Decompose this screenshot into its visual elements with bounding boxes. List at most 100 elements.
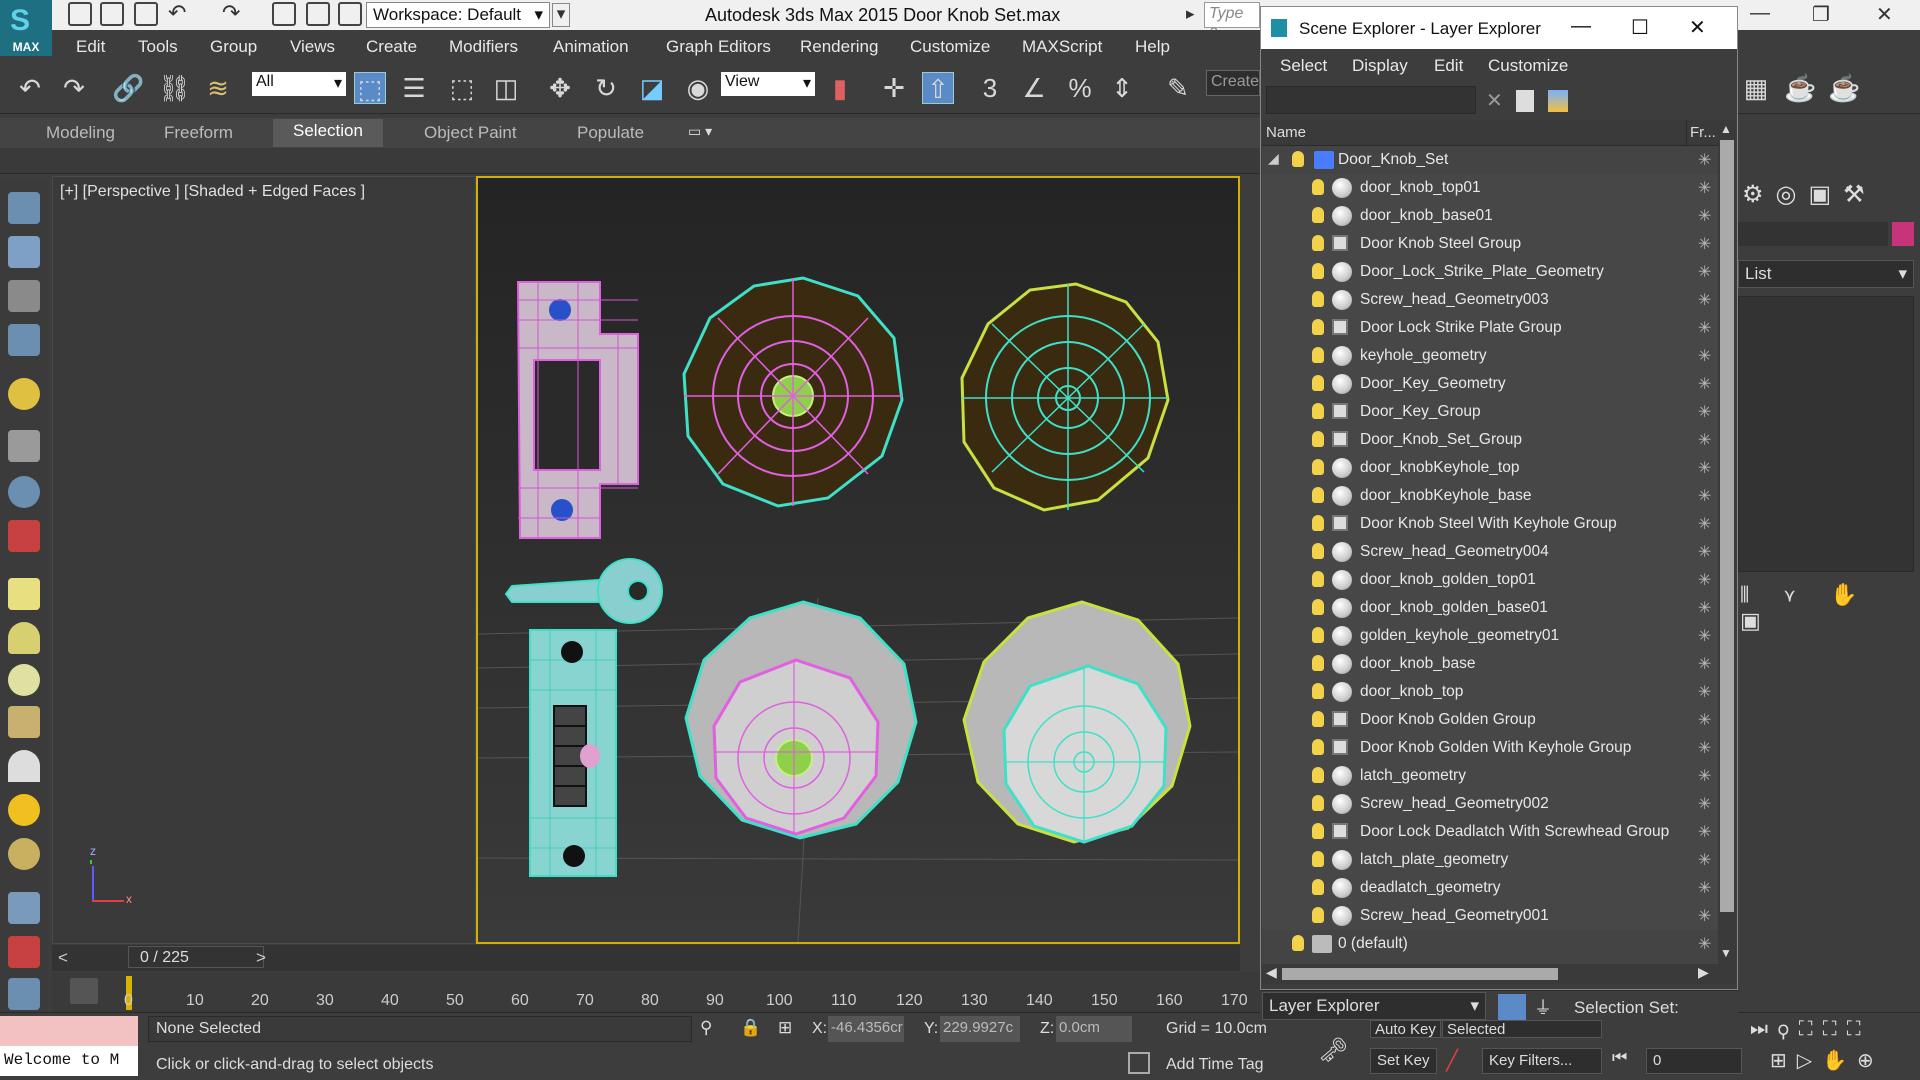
absolute-mode-icon[interactable]: ⊞ <box>778 1018 792 1038</box>
light-bulb-icon[interactable] <box>1312 767 1324 783</box>
minimize-icon[interactable]: — <box>1571 15 1591 38</box>
freeze-icon[interactable]: ✳ <box>1698 150 1711 170</box>
freeze-icon[interactable]: ✳ <box>1698 794 1711 814</box>
tree-row[interactable]: keyhole_geometry ✳ <box>1262 342 1718 370</box>
light-bulb-icon[interactable] <box>1312 851 1324 867</box>
sphere-icon[interactable] <box>8 476 40 508</box>
light-bulb-icon[interactable] <box>1312 347 1324 363</box>
close-icon[interactable]: ✕ <box>1689 15 1706 40</box>
command-panel-tabs[interactable]: ⚙◎▣⚒ <box>1742 180 1918 214</box>
app-logo[interactable]: S MAX <box>0 0 52 56</box>
light-bulb-icon[interactable] <box>1312 375 1324 391</box>
freeze-icon[interactable]: ✳ <box>1698 850 1711 870</box>
clear-search-icon[interactable]: ✕ <box>1486 88 1503 113</box>
freeze-icon[interactable]: ✳ <box>1698 178 1711 198</box>
menu-rendering[interactable]: Rendering <box>800 37 878 57</box>
tree-row[interactable]: door_knob_top01 ✳ <box>1262 174 1718 202</box>
menu-create[interactable]: Create <box>366 37 417 57</box>
light-bulb-icon[interactable] <box>1312 403 1324 419</box>
light-bulb-icon[interactable] <box>1312 291 1324 307</box>
freeze-icon[interactable]: ✳ <box>1698 514 1711 534</box>
light-bulb-icon[interactable] <box>1312 207 1324 223</box>
scroll-right-icon[interactable]: ▶ <box>1698 964 1709 981</box>
selection-filter-dropdown[interactable]: All ▾ <box>252 72 346 96</box>
freeze-icon[interactable]: ✳ <box>1698 234 1711 254</box>
hierarchy-mode-icon[interactable]: ⏚ <box>1534 994 1560 1020</box>
tree-row[interactable]: deadlatch_geometry ✳ <box>1262 874 1718 902</box>
angle-snap-icon[interactable]: ∠ <box>1018 72 1050 104</box>
tree-row[interactable]: Door Knob Golden With Keyhole Group ✳ <box>1262 734 1718 762</box>
light-bulb-icon[interactable] <box>1312 683 1324 699</box>
snaps-toggle-icon[interactable]: 3 <box>974 72 1006 104</box>
freeze-icon[interactable]: ✳ <box>1698 626 1711 646</box>
window-crossing-icon[interactable]: ◫ <box>490 72 522 104</box>
freeze-icon[interactable]: ✳ <box>1698 710 1711 730</box>
scroll-up-icon[interactable]: ▲ <box>1720 122 1732 136</box>
tree-row[interactable]: Door Lock Strike Plate Group ✳ <box>1262 314 1718 342</box>
close-icon[interactable]: ✕ <box>1876 2 1893 27</box>
freeze-icon[interactable]: ✳ <box>1698 458 1711 478</box>
menu-group[interactable]: Group <box>210 37 257 57</box>
object-name-field[interactable] <box>1738 222 1888 246</box>
freeze-icon[interactable]: ✳ <box>1698 402 1711 422</box>
minimize-icon[interactable]: — <box>1750 2 1770 25</box>
light-bulb-icon[interactable] <box>1292 935 1304 951</box>
key-icon[interactable]: 🗝 <box>1318 1036 1348 1065</box>
freeze-icon[interactable]: ✳ <box>1698 878 1711 898</box>
freeze-icon[interactable]: ✳ <box>1698 262 1711 282</box>
light-bulb-icon[interactable] <box>1312 907 1324 923</box>
light-bulb-icon[interactable] <box>1312 879 1324 895</box>
time-next-icon[interactable]: > <box>256 948 266 968</box>
maxscript-output[interactable]: Welcome to M <box>0 1046 138 1076</box>
tree-row[interactable]: door_knob_top ✳ <box>1262 678 1718 706</box>
tree-row[interactable]: Door_Key_Geometry ✳ <box>1262 370 1718 398</box>
lock-selection-icon[interactable]: 🔒 <box>740 1018 761 1038</box>
torus-icon[interactable] <box>8 664 40 696</box>
light-bulb-icon[interactable] <box>1312 543 1324 559</box>
place-icon[interactable]: ◉ <box>682 72 714 104</box>
tree-row[interactable]: Door Knob Golden Group ✳ <box>1262 706 1718 734</box>
object-color-swatch[interactable] <box>1892 222 1914 246</box>
freeze-icon[interactable]: ✳ <box>1698 206 1711 226</box>
teapot-icon[interactable] <box>8 192 40 224</box>
se-find-input[interactable] <box>1266 86 1476 114</box>
tree-row[interactable]: Screw_head_Geometry004 ✳ <box>1262 538 1718 566</box>
freeze-icon[interactable]: ✳ <box>1698 598 1711 618</box>
create-selection-set-input[interactable]: Create <box>1206 70 1260 96</box>
tree-row[interactable]: Screw_head_Geometry002 ✳ <box>1262 790 1718 818</box>
redo-icon[interactable]: ↷ <box>58 72 90 104</box>
undo-icon[interactable]: ↶ <box>14 72 46 104</box>
se-tree[interactable]: ◢ Door_Knob_Set ✳ door_knob_top01 ✳ door_k… <box>1262 146 1718 964</box>
track-bar[interactable] <box>52 972 1268 1012</box>
link-icon[interactable]: 🔗 <box>112 72 144 104</box>
rotate-icon[interactable]: ↻ <box>590 72 622 104</box>
light-bulb-icon[interactable] <box>1312 431 1324 447</box>
freeze-icon[interactable]: ✳ <box>1698 346 1711 366</box>
light-bulb-icon[interactable] <box>1312 263 1324 279</box>
menu-tools[interactable]: Tools <box>138 37 178 57</box>
layer-mode-icon[interactable] <box>1498 994 1526 1020</box>
se-hscroll-thumb[interactable] <box>1282 968 1558 980</box>
redo-icon[interactable]: ↷ <box>222 0 240 26</box>
tab-freeform[interactable]: Freeform <box>164 123 233 143</box>
undo-icon[interactable]: ↶ <box>168 0 186 26</box>
menu-views[interactable]: Views <box>290 37 335 57</box>
maxscript-listener-input[interactable] <box>0 1016 138 1046</box>
light-bulb-icon[interactable] <box>1312 459 1324 475</box>
freeze-icon[interactable]: ✳ <box>1698 374 1711 394</box>
z-coordinate-field[interactable]: 0.0cm <box>1056 1016 1132 1042</box>
light-bulb-icon[interactable] <box>8 378 40 410</box>
cone-icon[interactable] <box>8 750 40 782</box>
tab-object-paint[interactable]: Object Paint <box>424 123 517 143</box>
time-prev-icon[interactable]: < <box>58 948 68 968</box>
isolate-icon[interactable]: ⚲ <box>700 1018 712 1038</box>
render-icon[interactable] <box>8 236 40 268</box>
light-bulb-icon[interactable] <box>1312 179 1324 195</box>
teapot-primitive-icon[interactable] <box>8 706 40 738</box>
set-key-button[interactable]: Set Key <box>1370 1048 1437 1074</box>
light-bulb-icon[interactable] <box>1312 739 1324 755</box>
menu-help[interactable]: Help <box>1135 37 1170 57</box>
freeze-icon[interactable]: ✳ <box>1698 430 1711 450</box>
tree-row[interactable]: door_knob_base01 ✳ <box>1262 202 1718 230</box>
keyboard-shortcut-override-icon[interactable]: ⇧ <box>922 72 954 104</box>
